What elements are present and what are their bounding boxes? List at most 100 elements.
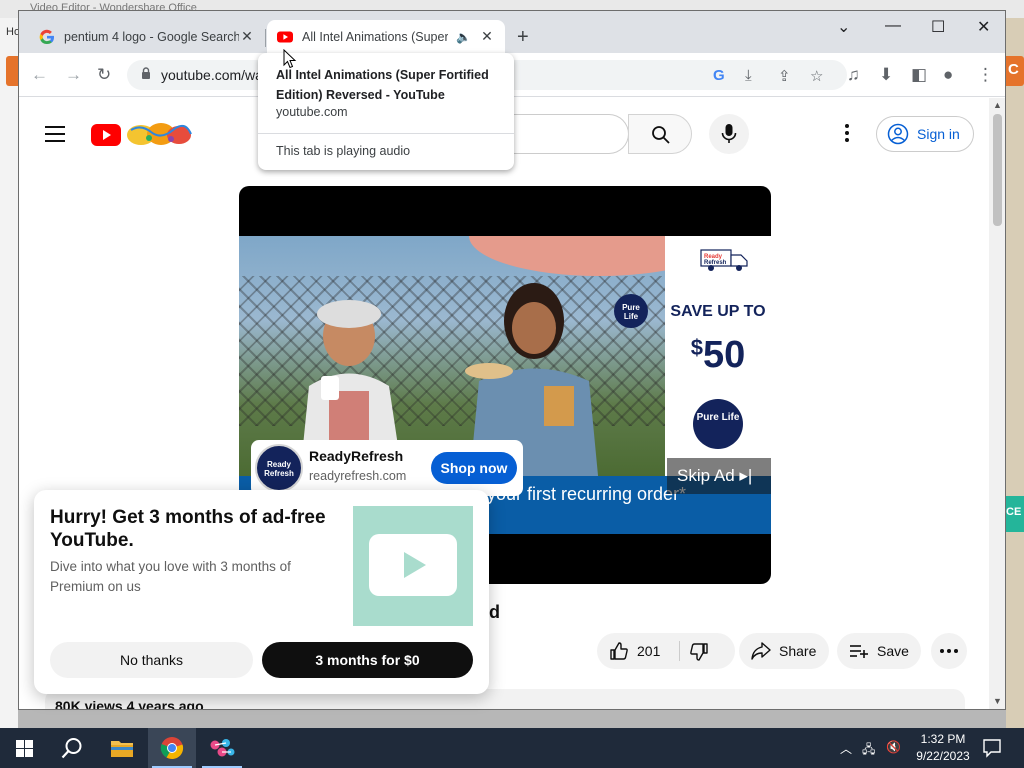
install-app-icon[interactable]: ⤓ — [745, 67, 752, 84]
volume-muted-icon[interactable]: 🔇 — [886, 740, 901, 754]
tab-search-chevron-icon[interactable]: ⌄ — [837, 17, 850, 37]
no-thanks-button[interactable]: No thanks — [50, 642, 253, 678]
settings-more-icon[interactable] — [837, 124, 857, 144]
bookmark-star-icon[interactable]: ☆ — [810, 67, 823, 85]
skip-ad-button[interactable]: Skip Ad ▸| — [667, 458, 771, 494]
tab-youtube[interactable]: All Intel Animations (Super Fortified Ed… — [267, 20, 505, 53]
tab-title: All Intel Animations (Super Fortified Ed… — [302, 29, 449, 44]
show-hidden-icons-chevron-icon[interactable]: ︿ — [840, 740, 852, 757]
save-label: Save — [877, 643, 909, 659]
windows-logo-icon — [15, 739, 33, 757]
scroll-down-arrow-icon[interactable]: ▼ — [993, 696, 1002, 706]
reload-icon[interactable]: ↻ — [97, 65, 111, 85]
promo-heading: Hurry! Get 3 months of ad-free YouTube. — [50, 507, 326, 551]
skip-ad-label: Skip Ad — [677, 466, 735, 485]
start-button[interactable] — [0, 728, 48, 768]
sign-in-button[interactable]: Sign in — [876, 116, 974, 152]
advertiser-name: ReadyRefresh — [309, 448, 404, 464]
svg-text:Refresh: Refresh — [704, 260, 727, 266]
search-input[interactable] — [509, 114, 629, 154]
skip-next-icon: ▸| — [739, 466, 753, 485]
close-tab-icon[interactable]: ✕ — [239, 28, 255, 45]
promo-illustration — [353, 506, 473, 626]
playlist-add-icon — [850, 645, 868, 658]
taskbar-file-explorer[interactable] — [98, 728, 146, 768]
ad-save-text: SAVE UP TO — [670, 303, 766, 320]
like-divider — [679, 641, 680, 661]
hover-card-audio-status: This tab is playing audio — [276, 144, 411, 158]
hover-card-title: All Intel Animations (Super Fortified Ed… — [276, 68, 489, 102]
advertiser-domain: readyrefresh.com — [309, 469, 407, 483]
clock-date: 9/22/2023 — [916, 749, 970, 763]
molecule-app-icon — [210, 739, 235, 757]
profile-avatar-icon[interactable]: ● — [943, 65, 953, 85]
search-button[interactable] — [628, 114, 692, 154]
system-clock[interactable]: 1:32 PM 9/22/2023 — [908, 731, 978, 765]
tab-title: pentium 4 logo - Google Search — [64, 29, 239, 44]
taskbar-app[interactable] — [198, 728, 246, 768]
video-title: d — [489, 602, 500, 622]
minimize-button[interactable]: — — [885, 17, 901, 35]
clock-time: 1:32 PM — [920, 732, 966, 746]
maximize-button[interactable]: ☐ — [931, 17, 945, 37]
pure-life-logo-small: Pure Life — [614, 294, 648, 328]
voice-search-button[interactable] — [709, 114, 749, 154]
scrollbar-thumb[interactable] — [993, 114, 1002, 226]
mouse-cursor-icon — [283, 49, 297, 69]
back-arrow-icon[interactable]: ← — [31, 65, 48, 85]
background-orange-tab — [6, 56, 18, 86]
speaker-icon[interactable]: 🔈 — [456, 30, 471, 44]
delivery-truck-icon: Ready Refresh — [700, 249, 748, 271]
hover-card-domain: youtube.com — [276, 105, 348, 119]
folder-icon — [111, 741, 133, 757]
url-text: youtube.com/wa — [161, 67, 263, 83]
chrome-icon — [160, 737, 184, 760]
share-label: Share — [779, 643, 817, 659]
forward-arrow-icon[interactable]: → — [65, 65, 82, 85]
close-window-button[interactable]: ✕ — [977, 17, 990, 37]
thumbs-down-icon[interactable] — [689, 642, 709, 662]
view-count-date: 80K views 4 years ago — [55, 698, 204, 710]
pure-life-logo: Pure Life — [693, 399, 743, 449]
menu-icon[interactable] — [45, 126, 65, 142]
microphone-icon — [721, 124, 737, 143]
background-orange-badge: C — [1006, 56, 1024, 86]
premium-promo-dialog: Hurry! Get 3 months of ad-free YouTube. … — [34, 490, 489, 694]
tab-separator — [265, 29, 266, 47]
taskbar-search-button[interactable] — [48, 728, 96, 768]
more-actions-button[interactable] — [931, 633, 967, 669]
account-circle-icon — [887, 123, 909, 145]
tab-strip: pentium 4 logo - Google Search ✕ All Int… — [19, 11, 1005, 53]
like-dislike-group: 201 — [597, 633, 735, 669]
youtube-doodle-logo[interactable] — [91, 122, 193, 148]
taskbar-chrome[interactable] — [148, 728, 196, 768]
background-window-left: Ho — [0, 18, 20, 728]
page-scrollbar[interactable]: ▲ ▼ — [989, 98, 1005, 709]
action-center-icon[interactable] — [982, 738, 1002, 758]
scroll-up-arrow-icon[interactable]: ▲ — [993, 100, 1002, 110]
new-tab-button[interactable]: + — [517, 26, 529, 49]
share-button[interactable]: Share — [739, 633, 829, 669]
shop-now-button[interactable]: Shop now — [431, 452, 517, 484]
search-icon — [652, 126, 670, 144]
promo-body: Dive into what you love with 3 months of… — [50, 559, 291, 594]
sign-in-label: Sign in — [917, 126, 960, 142]
save-button[interactable]: Save — [837, 633, 921, 669]
downloads-icon[interactable]: ⬇ — [879, 65, 893, 85]
media-controls-icon[interactable]: ♫ — [847, 65, 860, 85]
youtube-icon — [277, 31, 293, 42]
search-icon — [61, 738, 82, 759]
share-page-icon[interactable]: ⇪ — [778, 67, 791, 85]
close-tab-icon[interactable]: ✕ — [479, 28, 495, 45]
network-icon[interactable]: 🖧 — [862, 740, 875, 761]
background-teal-badge: CE — [1006, 496, 1024, 532]
share-arrow-icon — [751, 642, 771, 660]
ad-advertiser-card[interactable]: Ready Refresh ReadyRefresh readyrefresh.… — [251, 440, 523, 496]
thumbs-up-icon[interactable] — [609, 641, 629, 661]
premium-offer-button[interactable]: 3 months for $0 — [262, 642, 473, 678]
side-panel-icon[interactable]: ◧ — [911, 65, 927, 85]
google-g-icon — [39, 29, 54, 44]
google-lens-icon[interactable]: G — [713, 67, 725, 84]
tab-google-search[interactable]: pentium 4 logo - Google Search ✕ — [29, 20, 265, 53]
chrome-menu-icon[interactable]: ⋮ — [977, 65, 994, 85]
